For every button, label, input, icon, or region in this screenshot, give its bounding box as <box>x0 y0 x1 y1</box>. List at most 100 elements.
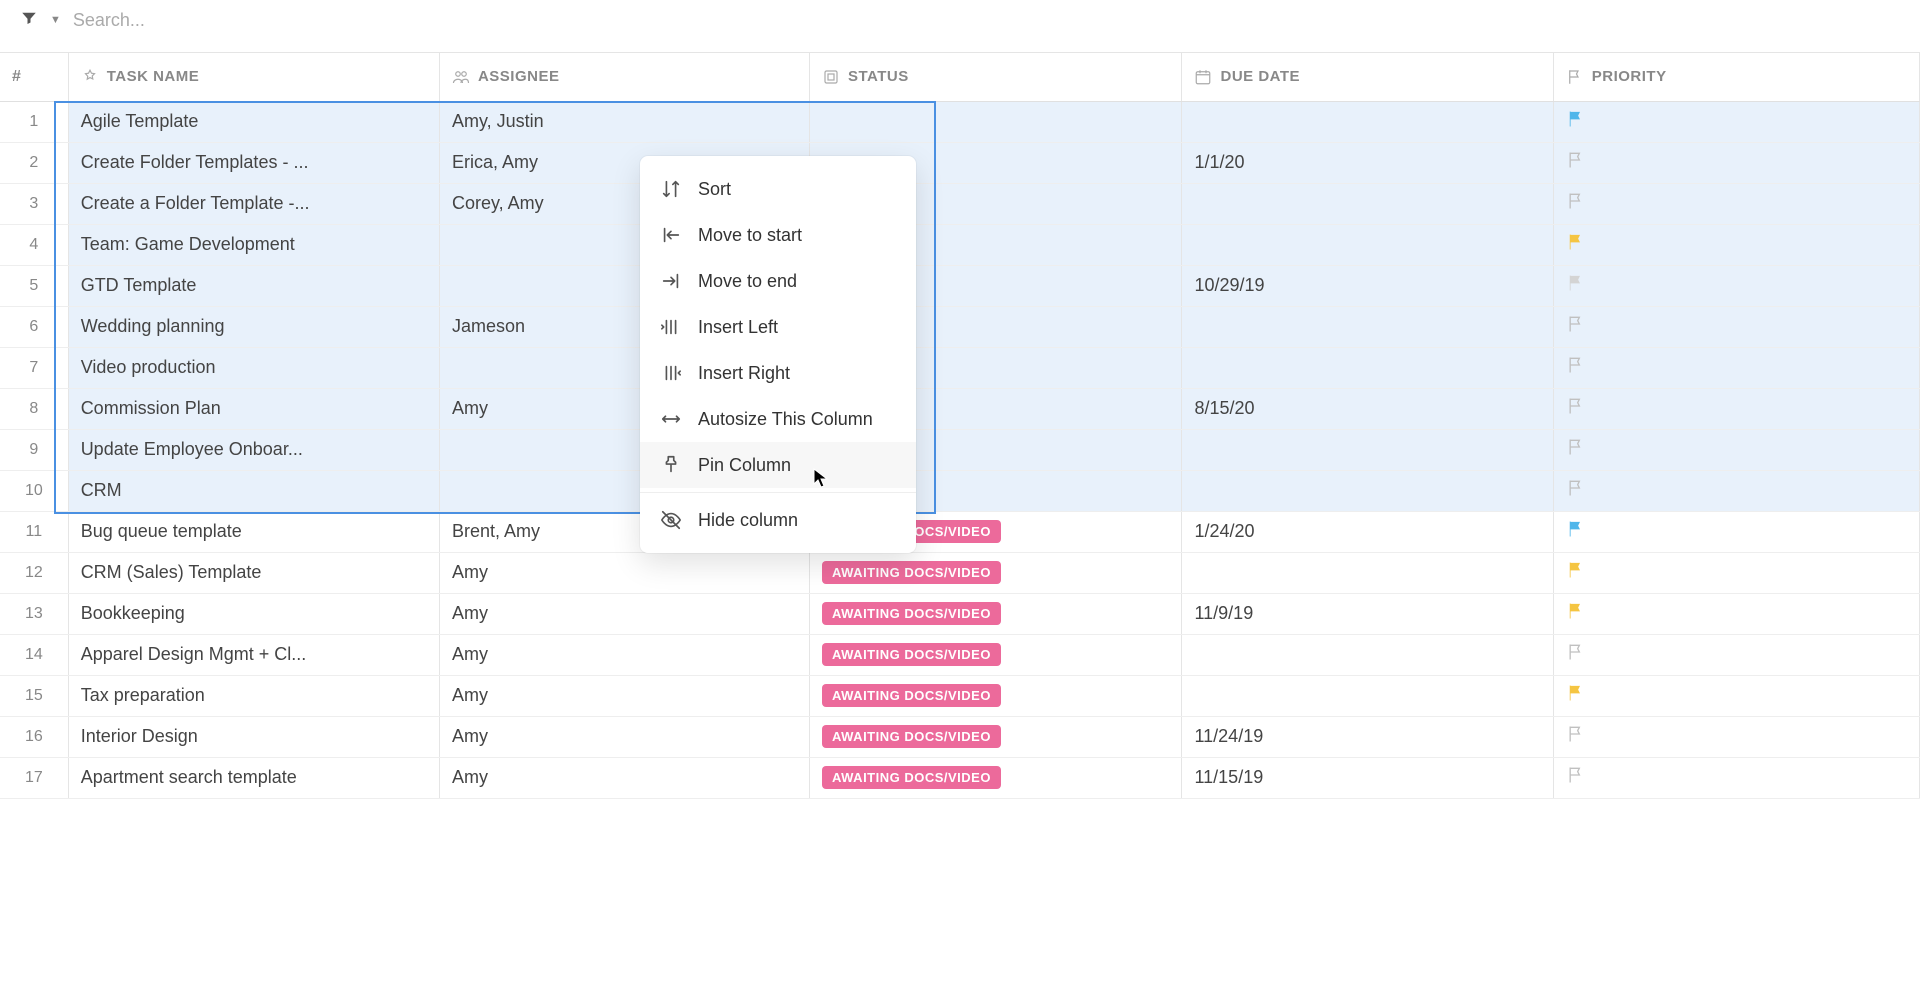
menu-item-insert-left[interactable]: Insert Left <box>640 304 916 350</box>
table-row[interactable]: 13 Bookkeeping Amy AWAITING DOCS/VIDEO 1… <box>0 593 1920 634</box>
due-cell[interactable] <box>1182 347 1553 388</box>
priority-flag-icon[interactable] <box>1566 560 1586 580</box>
assignee-cell[interactable]: Amy <box>439 716 809 757</box>
priority-cell[interactable] <box>1553 265 1919 306</box>
column-header-task[interactable]: TASK NAME <box>68 53 439 101</box>
menu-item-move-end[interactable]: Move to end <box>640 258 916 304</box>
task-cell[interactable]: Apparel Design Mgmt + Cl... <box>68 634 439 675</box>
priority-flag-icon[interactable] <box>1566 232 1586 252</box>
priority-flag-icon[interactable] <box>1566 724 1586 744</box>
task-cell[interactable]: Wedding planning <box>68 306 439 347</box>
table-row[interactable]: 10 CRM <box>0 470 1920 511</box>
due-cell[interactable] <box>1182 675 1553 716</box>
task-cell[interactable]: CRM (Sales) Template <box>68 552 439 593</box>
task-cell[interactable]: Video production <box>68 347 439 388</box>
table-row[interactable]: 14 Apparel Design Mgmt + Cl... Amy AWAIT… <box>0 634 1920 675</box>
status-cell[interactable]: AWAITING DOCS/VIDEO <box>809 593 1182 634</box>
task-cell[interactable]: Bookkeeping <box>68 593 439 634</box>
priority-cell[interactable] <box>1553 634 1919 675</box>
priority-cell[interactable] <box>1553 142 1919 183</box>
task-cell[interactable]: Bug queue template <box>68 511 439 552</box>
priority-cell[interactable] <box>1553 183 1919 224</box>
priority-flag-icon[interactable] <box>1566 314 1586 334</box>
column-header-status[interactable]: STATUS <box>809 53 1182 101</box>
assignee-cell[interactable]: Amy <box>439 757 809 798</box>
table-row[interactable]: 2 Create Folder Templates - ... Erica, A… <box>0 142 1920 183</box>
table-row[interactable]: 12 CRM (Sales) Template Amy AWAITING DOC… <box>0 552 1920 593</box>
priority-cell[interactable] <box>1553 470 1919 511</box>
menu-item-pin[interactable]: Pin Column <box>640 442 916 488</box>
task-cell[interactable]: Interior Design <box>68 716 439 757</box>
priority-flag-icon[interactable] <box>1566 150 1586 170</box>
priority-flag-icon[interactable] <box>1566 109 1586 129</box>
due-cell[interactable] <box>1182 306 1553 347</box>
filter-dropdown-caret[interactable]: ▼ <box>50 14 61 26</box>
status-cell[interactable]: AWAITING DOCS/VIDEO <box>809 634 1182 675</box>
table-row[interactable]: 17 Apartment search template Amy AWAITIN… <box>0 757 1920 798</box>
priority-cell[interactable] <box>1553 306 1919 347</box>
due-cell[interactable] <box>1182 429 1553 470</box>
menu-item-hide[interactable]: Hide column <box>640 497 916 543</box>
table-row[interactable]: 16 Interior Design Amy AWAITING DOCS/VID… <box>0 716 1920 757</box>
status-cell[interactable]: AWAITING DOCS/VIDEO <box>809 552 1182 593</box>
assignee-cell[interactable]: Amy <box>439 675 809 716</box>
status-cell[interactable]: AWAITING DOCS/VIDEO <box>809 716 1182 757</box>
status-cell[interactable]: AWAITING DOCS/VIDEO <box>809 675 1182 716</box>
priority-cell[interactable] <box>1553 593 1919 634</box>
priority-flag-icon[interactable] <box>1566 765 1586 785</box>
menu-item-move-start[interactable]: Move to start <box>640 212 916 258</box>
due-cell[interactable]: 1/1/20 <box>1182 142 1553 183</box>
due-cell[interactable] <box>1182 224 1553 265</box>
task-cell[interactable]: Commission Plan <box>68 388 439 429</box>
table-row[interactable]: 4 Team: Game Development <box>0 224 1920 265</box>
priority-flag-icon[interactable] <box>1566 273 1586 293</box>
table-row[interactable]: 7 Video production <box>0 347 1920 388</box>
priority-flag-icon[interactable] <box>1566 355 1586 375</box>
priority-flag-icon[interactable] <box>1566 642 1586 662</box>
due-cell[interactable] <box>1182 470 1553 511</box>
due-cell[interactable] <box>1182 552 1553 593</box>
priority-cell[interactable] <box>1553 101 1919 142</box>
priority-cell[interactable] <box>1553 511 1919 552</box>
task-cell[interactable]: Create a Folder Template -... <box>68 183 439 224</box>
table-row[interactable]: 8 Commission Plan Amy 8/15/20 <box>0 388 1920 429</box>
task-cell[interactable]: Tax preparation <box>68 675 439 716</box>
table-row[interactable]: 11 Bug queue template Brent, Amy AWAITIN… <box>0 511 1920 552</box>
task-cell[interactable]: Create Folder Templates - ... <box>68 142 439 183</box>
priority-cell[interactable] <box>1553 716 1919 757</box>
priority-cell[interactable] <box>1553 429 1919 470</box>
due-cell[interactable]: 1/24/20 <box>1182 511 1553 552</box>
filter-icon[interactable] <box>20 9 38 32</box>
priority-flag-icon[interactable] <box>1566 437 1586 457</box>
assignee-cell[interactable]: Amy <box>439 552 809 593</box>
task-cell[interactable]: GTD Template <box>68 265 439 306</box>
priority-flag-icon[interactable] <box>1566 683 1586 703</box>
due-cell[interactable] <box>1182 183 1553 224</box>
due-cell[interactable] <box>1182 101 1553 142</box>
task-cell[interactable]: Apartment search template <box>68 757 439 798</box>
column-header-assignee[interactable]: ASSIGNEE <box>439 53 809 101</box>
menu-item-sort[interactable]: Sort <box>640 166 916 212</box>
assignee-cell[interactable]: Amy, Justin <box>439 101 809 142</box>
due-cell[interactable]: 11/15/19 <box>1182 757 1553 798</box>
priority-flag-icon[interactable] <box>1566 601 1586 621</box>
task-cell[interactable]: Agile Template <box>68 101 439 142</box>
table-row[interactable]: 15 Tax preparation Amy AWAITING DOCS/VID… <box>0 675 1920 716</box>
task-cell[interactable]: CRM <box>68 470 439 511</box>
column-header-priority[interactable]: PRIORITY <box>1553 53 1919 101</box>
table-row[interactable]: 3 Create a Folder Template -... Corey, A… <box>0 183 1920 224</box>
assignee-cell[interactable]: Amy <box>439 593 809 634</box>
priority-cell[interactable] <box>1553 757 1919 798</box>
menu-item-autosize[interactable]: Autosize This Column <box>640 396 916 442</box>
task-cell[interactable]: Update Employee Onboar... <box>68 429 439 470</box>
assignee-cell[interactable]: Amy <box>439 634 809 675</box>
priority-cell[interactable] <box>1553 552 1919 593</box>
priority-cell[interactable] <box>1553 388 1919 429</box>
menu-item-insert-right[interactable]: Insert Right <box>640 350 916 396</box>
status-cell[interactable] <box>809 101 1182 142</box>
priority-flag-icon[interactable] <box>1566 478 1586 498</box>
priority-flag-icon[interactable] <box>1566 396 1586 416</box>
due-cell[interactable]: 8/15/20 <box>1182 388 1553 429</box>
due-cell[interactable]: 10/29/19 <box>1182 265 1553 306</box>
table-row[interactable]: 9 Update Employee Onboar... <box>0 429 1920 470</box>
